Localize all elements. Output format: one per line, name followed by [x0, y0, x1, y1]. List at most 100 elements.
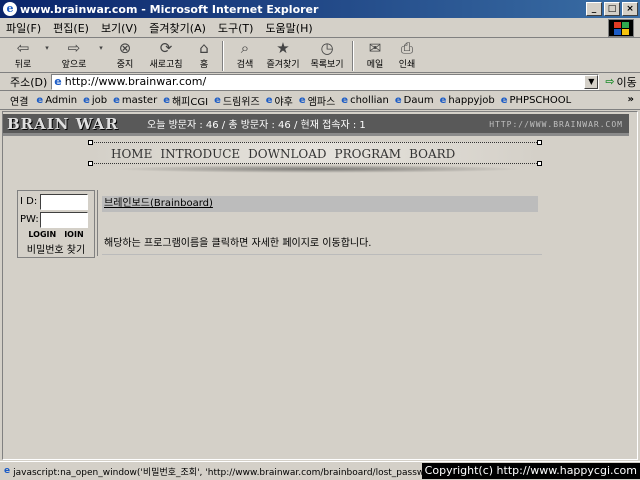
chevron-down-icon: ▾: [45, 44, 49, 52]
links-label: 연결: [10, 97, 29, 108]
menu-view[interactable]: 보기(V): [95, 20, 143, 36]
pw-label: PW:: [20, 214, 39, 225]
menu-favorites[interactable]: 즐겨찾기(A): [143, 20, 212, 36]
page-icon: e: [298, 95, 306, 106]
title-bar: e www.brainwar.com - Microsoft Internet …: [0, 0, 640, 18]
favorites-icon: ★: [276, 39, 290, 57]
back-dropdown[interactable]: ▾: [42, 39, 52, 73]
link-item[interactable]: e master: [113, 95, 157, 106]
close-button[interactable]: ×: [622, 2, 638, 16]
join-button[interactable]: IOIN: [64, 230, 83, 239]
page-icon: e: [214, 95, 221, 106]
home-icon: ⌂: [199, 39, 209, 57]
selection-handle: [88, 161, 93, 166]
page-icon: e: [500, 95, 508, 106]
link-item[interactable]: e happyjob: [440, 95, 495, 106]
history-icon: ◷: [320, 39, 334, 57]
find-password-link[interactable]: 비밀번호 찾기: [20, 241, 92, 256]
board-panel: 브레인보드(Brainboard) 해당하는 프로그램이름을 클릭하면 자세한 …: [97, 190, 543, 256]
page-icon: e: [4, 466, 11, 476]
link-item[interactable]: e PHPSCHOOL: [501, 95, 572, 106]
menu-tools[interactable]: 도구(T): [212, 20, 260, 36]
go-button[interactable]: ⇨ 이동: [605, 74, 636, 90]
refresh-icon: ⟳: [159, 39, 173, 57]
chevron-down-icon: ▾: [99, 44, 103, 52]
address-label: 주소(D): [10, 75, 48, 89]
link-item[interactable]: e chollian: [341, 95, 389, 106]
menu-edit[interactable]: 편집(E): [47, 20, 95, 36]
copyright-overlay: Copyright(c) http://www.happycgi.com: [421, 463, 640, 479]
mail-icon: ✉: [368, 39, 382, 57]
page-content: BRAIN WAR 오늘 방문자 : 46 / 총 방문자 : 46 / 현재 …: [2, 111, 638, 460]
minimize-button[interactable]: _: [586, 2, 602, 16]
menu-bar: 파일(F) 편집(E) 보기(V) 즐겨찾기(A) 도구(T) 도움말(H): [0, 18, 640, 38]
favorites-button[interactable]: ★ 즐겨찾기: [262, 39, 304, 73]
selection-handle: [537, 140, 542, 145]
stop-button[interactable]: ⊗ 중지: [108, 39, 142, 73]
chevron-right-icon[interactable]: »: [628, 94, 634, 105]
site-header: BRAIN WAR 오늘 방문자 : 46 / 총 방문자 : 46 / 현재 …: [3, 114, 629, 136]
page-icon: e: [265, 95, 273, 106]
page-icon: e: [36, 95, 44, 106]
toolbar: ⇦ 뒤로 ▾ ⇨ 앞으로 ▾ ⊗ 중지 ⟳ 새로고침 ⌂ 홈 ⌕ 검색 ★ 즐겨…: [0, 39, 640, 73]
mail-button[interactable]: ✉ 메일: [360, 39, 390, 73]
page-icon: e: [54, 75, 62, 88]
selection-handle: [88, 140, 93, 145]
menu-file[interactable]: 파일(F): [0, 20, 47, 36]
address-value: http://www.brainwar.com/: [64, 75, 207, 88]
status-text: javascript:na_open_window('비밀번호_조회', 'ht…: [13, 467, 440, 478]
print-button[interactable]: ⎙ 인쇄: [392, 39, 422, 73]
page-icon: e: [439, 95, 447, 106]
link-item[interactable]: e 야후: [266, 93, 293, 108]
history-button[interactable]: ◷ 목록보기: [306, 39, 348, 73]
board-description: 해당하는 프로그램이름을 클릭하면 자세한 페이지로 이동합니다.: [104, 238, 372, 249]
nav-program[interactable]: PROGRAM: [335, 147, 402, 161]
ie-icon: e: [3, 2, 17, 16]
forward-button[interactable]: ⇨ 앞으로: [54, 39, 94, 73]
link-item[interactable]: e job: [83, 95, 107, 106]
stop-icon: ⊗: [118, 39, 132, 57]
address-input[interactable]: e http://www.brainwar.com/ ▼: [51, 73, 600, 90]
forward-arrow-icon: ⇨: [67, 39, 81, 57]
link-item[interactable]: e Daum: [395, 95, 434, 106]
go-arrow-icon: ⇨: [605, 75, 615, 88]
search-button[interactable]: ⌕ 검색: [230, 39, 260, 73]
id-label: I D:: [20, 196, 38, 207]
nav-download[interactable]: DOWNLOAD: [248, 147, 326, 161]
site-nav: HOME INTRODUCE DOWNLOAD PROGRAM BOARD: [88, 140, 542, 166]
page-icon: e: [394, 95, 402, 106]
board-title[interactable]: 브레인보드(Brainboard): [104, 198, 213, 209]
selection-handle: [537, 161, 542, 166]
print-icon: ⎙: [400, 39, 413, 57]
address-dropdown[interactable]: ▼: [584, 74, 599, 89]
back-arrow-icon: ⇦: [16, 39, 30, 57]
id-input[interactable]: [40, 193, 88, 210]
page-icon: e: [163, 95, 170, 106]
site-logo: BRAIN WAR: [7, 114, 119, 133]
nav-introduce[interactable]: INTRODUCE: [160, 147, 240, 161]
nav-board[interactable]: BOARD: [409, 147, 455, 161]
login-box: I D: PW: LOGIN IOIN 비밀번호 찾기: [17, 190, 95, 258]
password-input[interactable]: [40, 211, 88, 228]
login-button[interactable]: LOGIN: [28, 230, 56, 239]
back-button[interactable]: ⇦ 뒤로: [6, 39, 40, 73]
window-title: www.brainwar.com - Microsoft Internet Ex…: [20, 2, 319, 16]
home-button[interactable]: ⌂ 홈: [190, 39, 218, 73]
visitor-count: 오늘 방문자 : 46 / 총 방문자 : 46 / 현재 접속자 : 1: [147, 120, 366, 131]
page-icon: e: [341, 95, 349, 106]
toolbar-separator: [222, 41, 224, 71]
forward-dropdown[interactable]: ▾: [96, 39, 106, 73]
link-item[interactable]: e 해피CGI: [163, 93, 208, 108]
link-item[interactable]: e 드림위즈: [214, 93, 260, 108]
link-item[interactable]: e 엠파스: [299, 93, 335, 108]
link-item[interactable]: e Admin: [36, 95, 77, 106]
menu-help[interactable]: 도움말(H): [259, 20, 318, 36]
address-bar: 주소(D) e http://www.brainwar.com/ ▼ ⇨ 이동: [0, 73, 640, 91]
nav-home[interactable]: HOME: [111, 147, 152, 161]
refresh-button[interactable]: ⟳ 새로고침: [144, 39, 188, 73]
page-icon: e: [113, 95, 120, 106]
divider: [102, 254, 542, 255]
page-icon: e: [83, 95, 90, 106]
toolbar-separator: [352, 41, 354, 71]
maximize-button[interactable]: □: [604, 2, 620, 16]
